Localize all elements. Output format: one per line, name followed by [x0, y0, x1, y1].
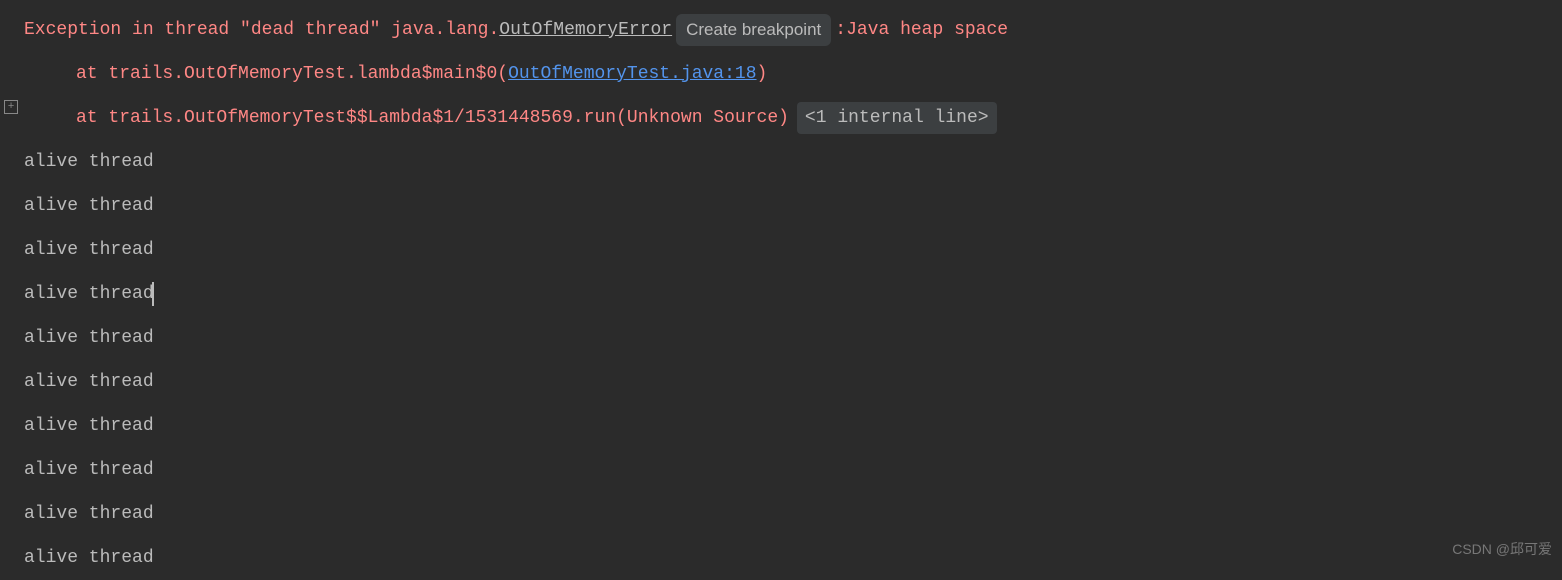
console-output-text: alive thread	[24, 148, 154, 177]
console-output-text: alive thread	[24, 500, 154, 529]
console-output-line: alive thread	[4, 492, 1562, 536]
console-output-line: alive thread	[4, 272, 1562, 316]
exception-header-line: Exception in thread "dead thread" java.l…	[4, 8, 1562, 52]
exception-message: Java heap space	[846, 16, 1008, 45]
console-output-line: alive thread	[4, 316, 1562, 360]
stack-frame-prefix: at trails.OutOfMemoryTest.lambda$main$0(	[76, 60, 508, 89]
stack-frame-suffix: )	[757, 60, 768, 89]
stack-frame-line: at trails.OutOfMemoryTest$$Lambda$1/1531…	[4, 96, 1562, 140]
exception-sep: :	[835, 16, 846, 45]
watermark-text: CSDN @邱可爱	[1452, 538, 1552, 560]
console-output-text: alive thread	[24, 324, 154, 353]
stack-frame-prefix: at trails.OutOfMemoryTest$$Lambda$1/1531…	[76, 104, 789, 133]
console-output-text: alive thread	[24, 236, 154, 265]
console-output-text: alive thread	[24, 544, 154, 573]
console-output-line: alive thread	[4, 448, 1562, 492]
console-output-line: alive thread	[4, 404, 1562, 448]
expand-fold-icon[interactable]: +	[4, 100, 18, 114]
console-output-text: alive thread	[24, 412, 154, 441]
source-link[interactable]: OutOfMemoryTest.java:18	[508, 60, 756, 89]
internal-lines-hint[interactable]: <1 internal line>	[797, 102, 997, 135]
console-output-line: alive thread	[4, 360, 1562, 404]
console-output-line: alive thread	[4, 228, 1562, 272]
stack-frame-line: at trails.OutOfMemoryTest.lambda$main$0(…	[4, 52, 1562, 96]
exception-prefix: Exception in thread "dead thread" java.l…	[24, 16, 499, 45]
console-output-line: alive thread	[4, 184, 1562, 228]
error-class-link[interactable]: OutOfMemoryError	[499, 16, 672, 45]
console-output-line: alive thread	[4, 140, 1562, 184]
console-output-text: alive thread	[24, 368, 154, 397]
console-output-text: alive thread	[24, 192, 154, 221]
console-output-text: alive thread	[24, 280, 154, 309]
text-cursor	[152, 282, 154, 306]
console-output-line: alive thread	[4, 536, 1562, 580]
console-output-text: alive thread	[24, 456, 154, 485]
create-breakpoint-button[interactable]: Create breakpoint	[676, 14, 831, 45]
